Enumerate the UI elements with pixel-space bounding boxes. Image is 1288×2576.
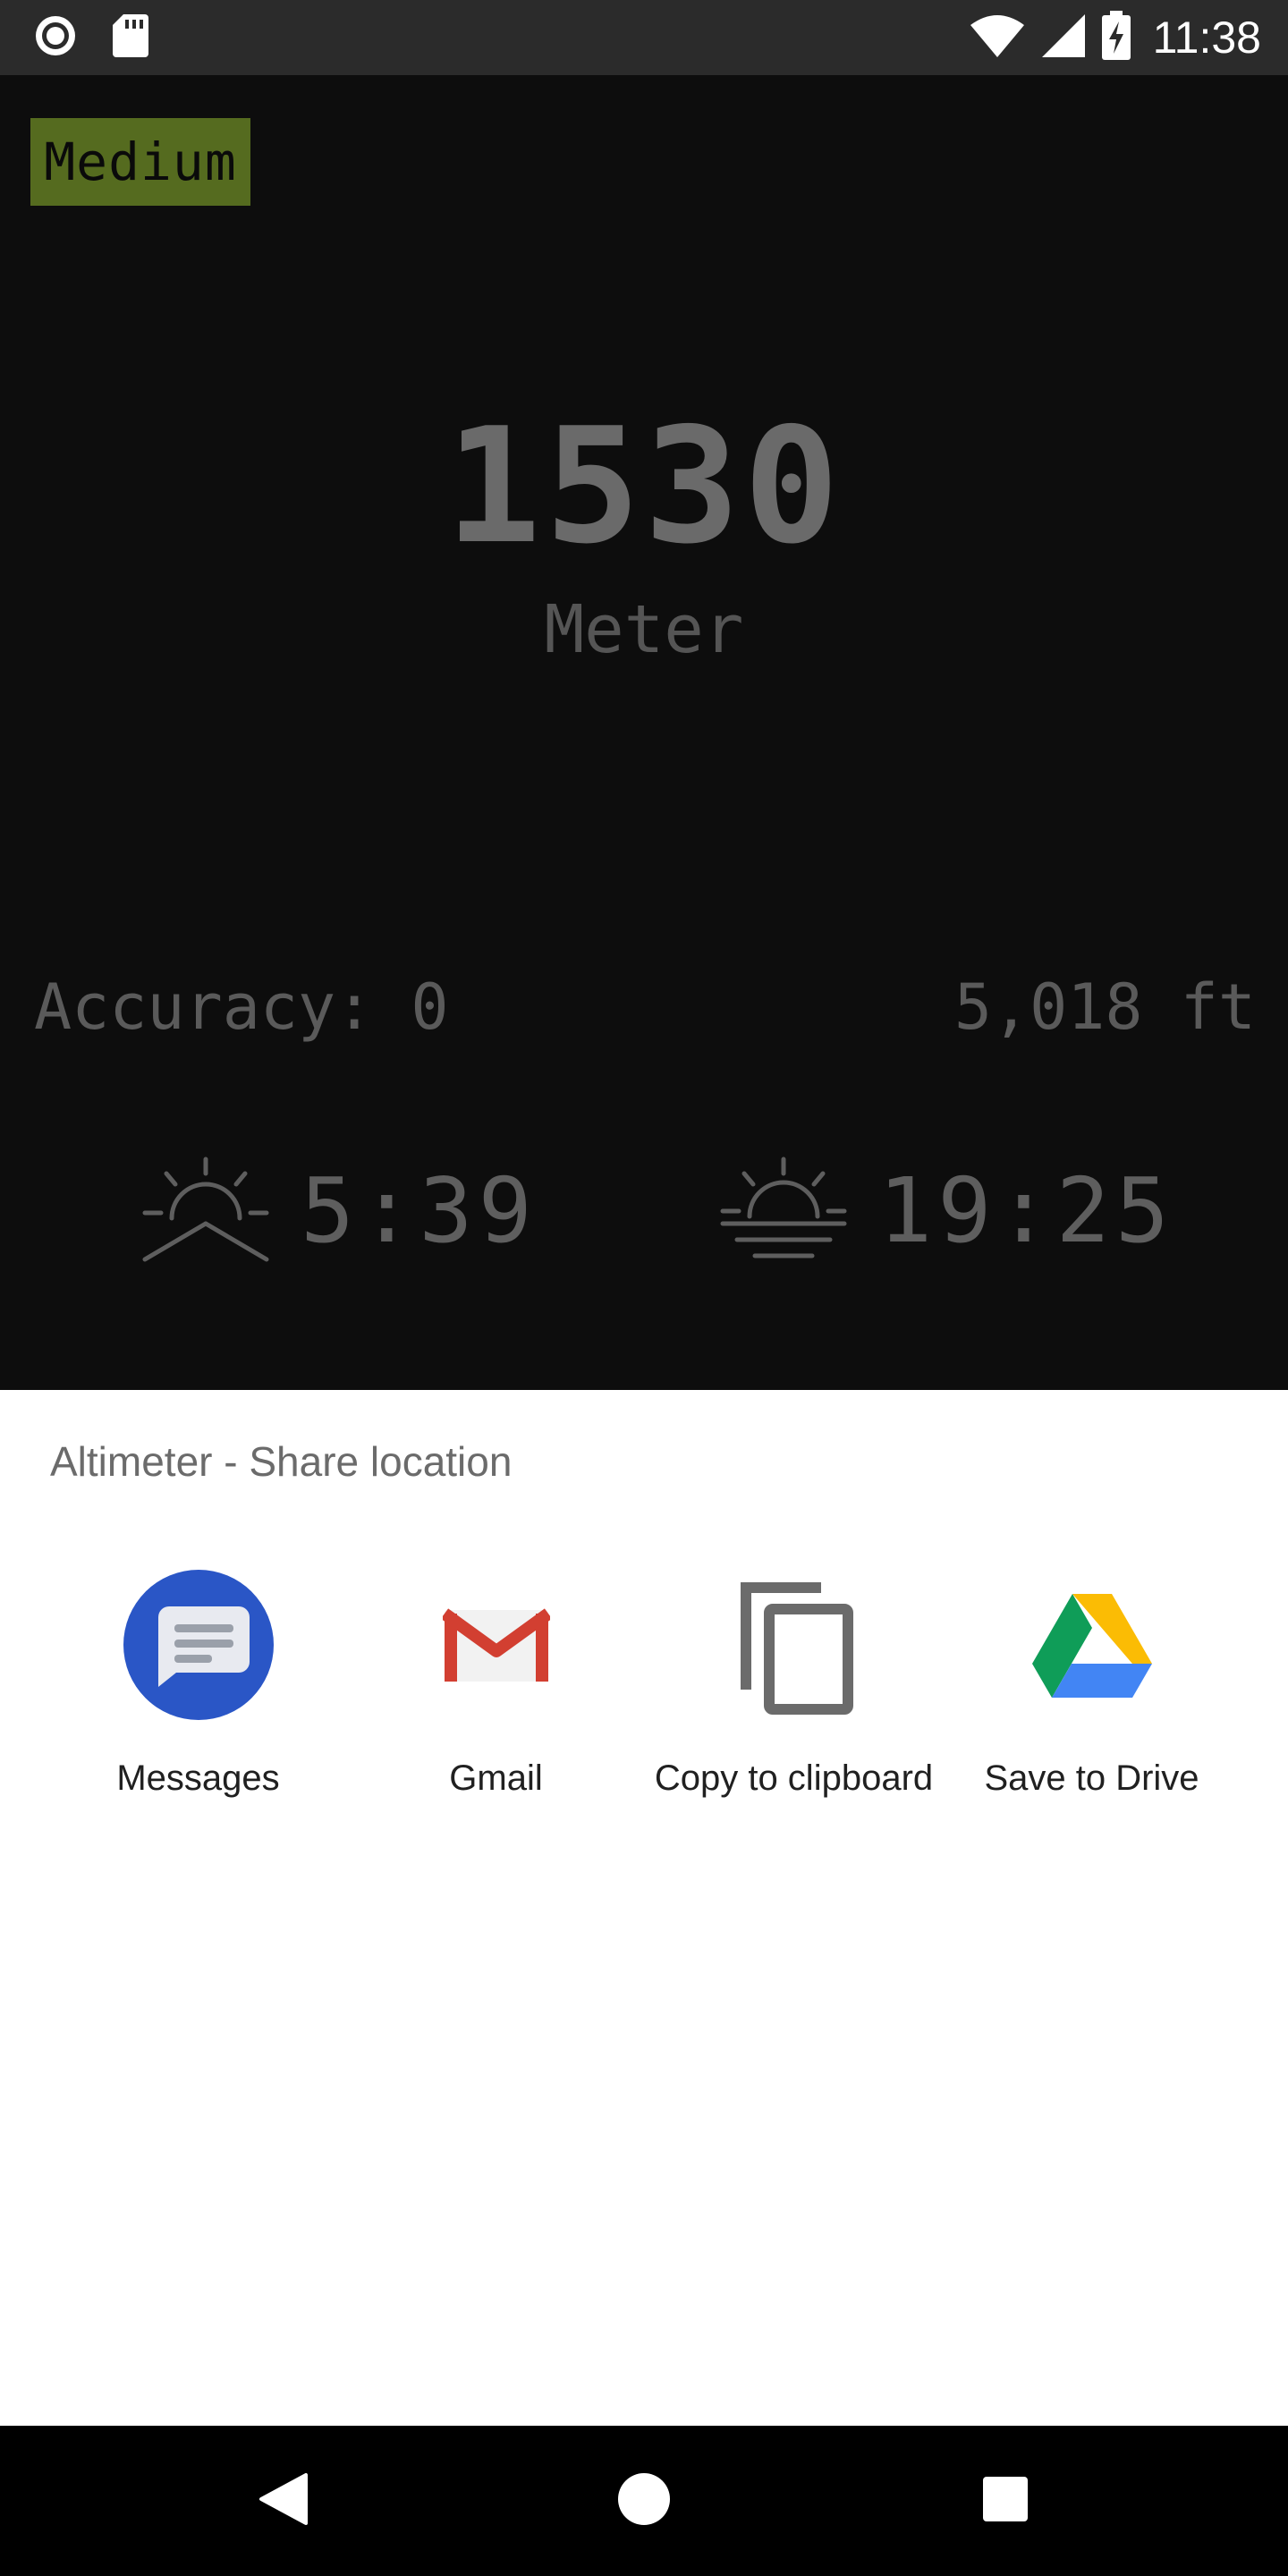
home-button[interactable] [572, 2426, 716, 2576]
status-time: 11:38 [1152, 13, 1261, 63]
accuracy-text: Accuracy: 0 [34, 970, 449, 1044]
sunrise-icon [141, 1154, 270, 1269]
altimeter-screen: Medium 1530 Meter Accuracy: 0 5,018 ft 5… [0, 75, 1288, 1390]
share-target-copy[interactable]: Copy to clipboard [645, 1569, 943, 1800]
recents-icon [981, 2475, 1030, 2528]
accuracy-badge: Medium [30, 118, 250, 206]
status-left-icons [32, 13, 150, 64]
sunrise-time: 5:39 [301, 1158, 538, 1263]
drive-icon [1016, 1569, 1168, 1721]
share-sheet: Altimeter - Share location Messages Gmai… [0, 1390, 1288, 2426]
share-targets: Messages Gmail Copy to clipboard Save to… [0, 1569, 1288, 1800]
record-icon [32, 13, 79, 64]
clipboard-icon [718, 1569, 870, 1721]
altitude-value: 1530 [445, 394, 843, 579]
altitude-feet: 5,018 ft [953, 970, 1256, 1044]
share-target-drive[interactable]: Save to Drive [943, 1569, 1241, 1800]
recents-button[interactable] [934, 2426, 1077, 2576]
share-target-label: Copy to clipboard [654, 1758, 934, 1798]
sunset-time: 19:25 [878, 1158, 1175, 1263]
share-target-gmail[interactable]: Gmail [347, 1569, 645, 1800]
sunset: 19:25 [719, 1148, 1174, 1274]
cell-signal-icon [1040, 13, 1087, 64]
share-target-label: Gmail [449, 1758, 543, 1798]
sunrise: 5:39 [141, 1148, 538, 1274]
sunset-icon [719, 1154, 848, 1269]
altitude-unit: Meter [544, 591, 744, 668]
navigation-bar [0, 2426, 1288, 2576]
share-sheet-title: Altimeter - Share location [50, 1438, 513, 1485]
back-button[interactable] [211, 2426, 354, 2576]
share-target-messages[interactable]: Messages [49, 1569, 347, 1800]
sd-card-icon [111, 13, 150, 64]
messages-icon [123, 1569, 275, 1721]
home-icon [617, 2472, 671, 2530]
back-icon [256, 2471, 309, 2531]
wifi-icon [969, 13, 1026, 64]
battery-charging-icon [1101, 10, 1131, 65]
share-target-label: Messages [116, 1758, 280, 1798]
status-bar: 11:38 [0, 0, 1288, 75]
gmail-icon [420, 1569, 572, 1721]
status-right-icons: 11:38 [969, 0, 1261, 75]
share-target-label: Save to Drive [984, 1758, 1199, 1798]
screen: 11:38 Medium 1530 Meter Accuracy: 0 5,01… [0, 0, 1288, 2576]
